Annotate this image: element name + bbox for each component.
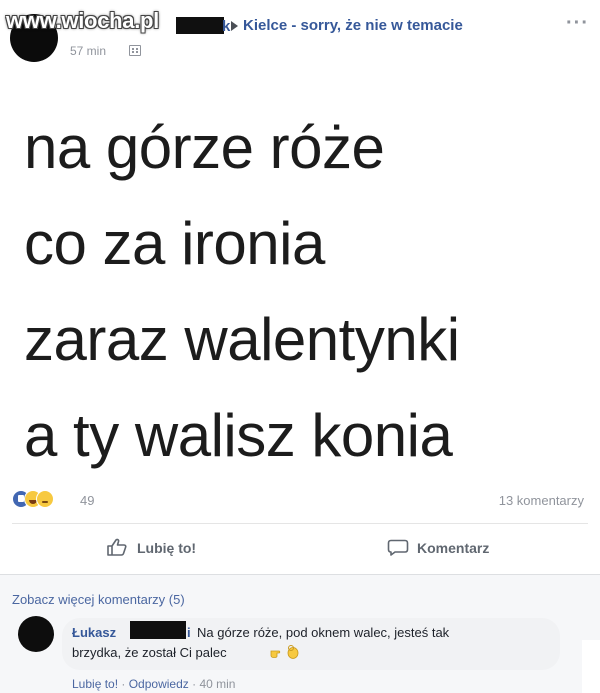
comment-author-tail[interactable]: i [187, 625, 191, 640]
post-header: k Kielce - sorry, że nie w temacie 57 mi… [0, 0, 600, 68]
comment-count-link[interactable]: 13 komentarzy [499, 493, 584, 508]
comment-text-line: brzydka, że został Ci palec [72, 645, 227, 660]
image-edge-patch [582, 640, 600, 693]
sad-reaction-icon [36, 490, 54, 508]
author-name-redacted[interactable] [176, 17, 224, 34]
comment-timestamp[interactable]: 40 min [199, 677, 235, 691]
arrow-right-icon [231, 21, 238, 31]
author-name-tail[interactable]: k [222, 18, 230, 35]
comment-author[interactable]: Łukasz [72, 625, 116, 640]
comment-text-line: Na górze róże, pod oknem walec, jesteś t… [197, 625, 450, 640]
divider [12, 523, 588, 524]
post-text-line: co za ironia [24, 210, 325, 277]
group-icon [129, 45, 141, 56]
post-text: na górze róże co za ironia zaraz walenty… [24, 100, 594, 484]
like-button-label: Lubię to! [137, 540, 197, 556]
comment-meta: Lubię to! · Odpowiedz · 40 min [72, 677, 235, 691]
reaction-count[interactable]: 49 [80, 493, 94, 508]
post-timestamp[interactable]: 57 min [70, 44, 106, 58]
post-text-line: na górze róże [24, 114, 385, 181]
separator: · [188, 677, 200, 691]
more-options-icon[interactable]: ··· [566, 12, 589, 35]
commenter-avatar[interactable] [18, 616, 54, 652]
watermark: www.wiocha.pl [6, 8, 159, 33]
post-text-line: zaraz walentynki [24, 306, 460, 373]
post-text-line: a ty walisz konia [24, 402, 453, 469]
post-card: k Kielce - sorry, że nie w temacie 57 mi… [0, 0, 600, 693]
speech-bubble-icon [387, 539, 409, 556]
thumbs-up-icon [107, 538, 127, 556]
view-more-comments-link[interactable]: Zobacz więcej komentarzy (5) [12, 592, 185, 607]
comment-like-link[interactable]: Lubię to! [72, 677, 118, 691]
group-link[interactable]: Kielce - sorry, że nie w temacie [243, 17, 463, 34]
separator: · [118, 677, 129, 691]
comment-button-label: Komentarz [417, 540, 490, 556]
comment-author-redacted [130, 621, 186, 639]
comment-reply-link[interactable]: Odpowiedz [129, 677, 189, 691]
ok-hand-emoji-icon [287, 645, 299, 659]
pointing-hand-emoji-icon [270, 650, 281, 658]
